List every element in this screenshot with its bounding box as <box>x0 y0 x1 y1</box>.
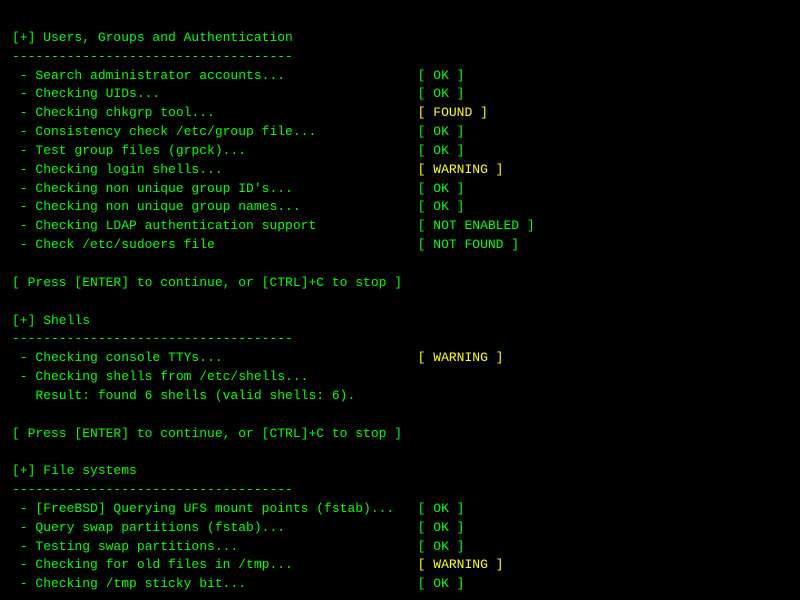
item-status: [ OK ] <box>418 539 465 554</box>
item-status: [ OK ] <box>418 86 465 101</box>
item-status: [ OK ] <box>418 143 465 158</box>
prompt-line: [ Press [ENTER] to continue, or [CTRL]+C… <box>12 425 788 444</box>
item-label: - Checking non unique group ID's... <box>12 181 418 196</box>
section-separator-shells: ------------------------------------ <box>12 330 788 349</box>
list-item: - Test group files (grpck)... [ OK ] <box>12 142 788 161</box>
list-item: - Query swap partitions (fstab)... [ OK … <box>12 519 788 538</box>
list-item: - Checking non unique group names... [ O… <box>12 198 788 217</box>
item-status: [ OK ] <box>418 501 465 516</box>
item-status: [ WARNING ] <box>418 557 504 572</box>
item-status: [ NOT ENABLED ] <box>418 218 535 233</box>
item-label: - Checking UIDs... <box>12 86 418 101</box>
section-separator-users-groups: ------------------------------------ <box>12 48 788 67</box>
section-header-filesystems: [+] File systems <box>12 462 788 481</box>
section-header-shells: [+] Shells <box>12 312 788 331</box>
item-label: - Check /etc/sudoers file <box>12 237 418 252</box>
list-item: - Checking chkgrp tool... [ FOUND ] <box>12 104 788 123</box>
item-label: - Query swap partitions (fstab)... <box>12 520 418 535</box>
item-label: - Testing swap partitions... <box>12 539 418 554</box>
item-label: - Consistency check /etc/group file... <box>12 124 418 139</box>
list-item: - Checking UIDs... [ OK ] <box>12 85 788 104</box>
item-status: [ OK ] <box>418 181 465 196</box>
item-status: [ FOUND ] <box>418 105 488 120</box>
list-item: - [FreeBSD] Querying UFS mount points (f… <box>12 500 788 519</box>
terminal-output: [+] Users, Groups and Authentication----… <box>12 10 788 594</box>
item-status: [ OK ] <box>418 520 465 535</box>
list-item: - Check /etc/sudoers file [ NOT FOUND ] <box>12 236 788 255</box>
list-item: - Checking LDAP authentication support [… <box>12 217 788 236</box>
section-separator-filesystems: ------------------------------------ <box>12 481 788 500</box>
item-label: - Checking for old files in /tmp... <box>12 557 418 572</box>
item-label: - Checking console TTYs... <box>12 350 418 365</box>
list-item: Result: found 6 shells (valid shells: 6)… <box>12 387 788 406</box>
list-item: - Checking for old files in /tmp... [ WA… <box>12 556 788 575</box>
list-item: - Search administrator accounts... [ OK … <box>12 67 788 86</box>
section-header-users-groups: [+] Users, Groups and Authentication <box>12 29 788 48</box>
list-item: - Checking login shells... [ WARNING ] <box>12 161 788 180</box>
item-label: - Checking login shells... <box>12 162 418 177</box>
list-item: - Checking non unique group ID's... [ OK… <box>12 180 788 199</box>
item-label: - Checking chkgrp tool... <box>12 105 418 120</box>
item-label: - Checking non unique group names... <box>12 199 418 214</box>
list-item: - Checking /tmp sticky bit... [ OK ] <box>12 575 788 594</box>
item-label: - Search administrator accounts... <box>12 68 418 83</box>
prompt-line: [ Press [ENTER] to continue, or [CTRL]+C… <box>12 274 788 293</box>
item-status: [ OK ] <box>418 68 465 83</box>
item-status: [ OK ] <box>418 576 465 591</box>
item-label: - Checking LDAP authentication support <box>12 218 418 233</box>
item-status: [ OK ] <box>418 199 465 214</box>
list-item: - Checking shells from /etc/shells... <box>12 368 788 387</box>
list-item: - Testing swap partitions... [ OK ] <box>12 538 788 557</box>
list-item: - Checking console TTYs... [ WARNING ] <box>12 349 788 368</box>
item-label: - [FreeBSD] Querying UFS mount points (f… <box>12 501 418 516</box>
item-status: [ NOT FOUND ] <box>418 237 519 252</box>
item-status: [ WARNING ] <box>418 350 504 365</box>
item-label: - Test group files (grpck)... <box>12 143 418 158</box>
item-label: - Checking /tmp sticky bit... <box>12 576 418 591</box>
list-item: - Consistency check /etc/group file... [… <box>12 123 788 142</box>
item-status: [ WARNING ] <box>418 162 504 177</box>
item-status: [ OK ] <box>418 124 465 139</box>
